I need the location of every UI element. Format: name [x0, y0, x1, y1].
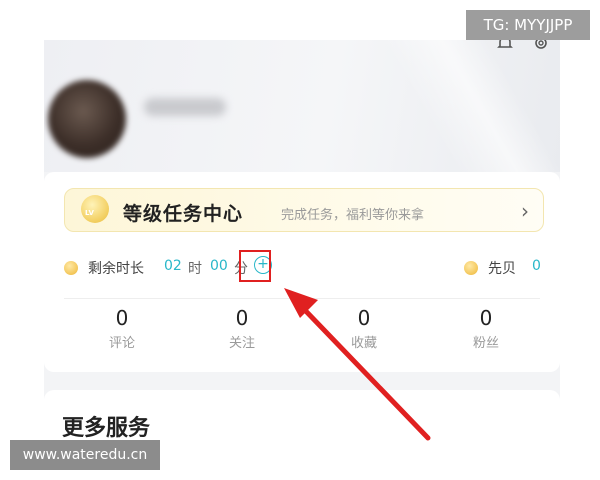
- watermark-top-right: TG: MYYJJPP: [466, 10, 590, 40]
- annotation-arrow-icon: [284, 288, 431, 441]
- watermark-bottom-left: www.wateredu.cn: [10, 440, 160, 470]
